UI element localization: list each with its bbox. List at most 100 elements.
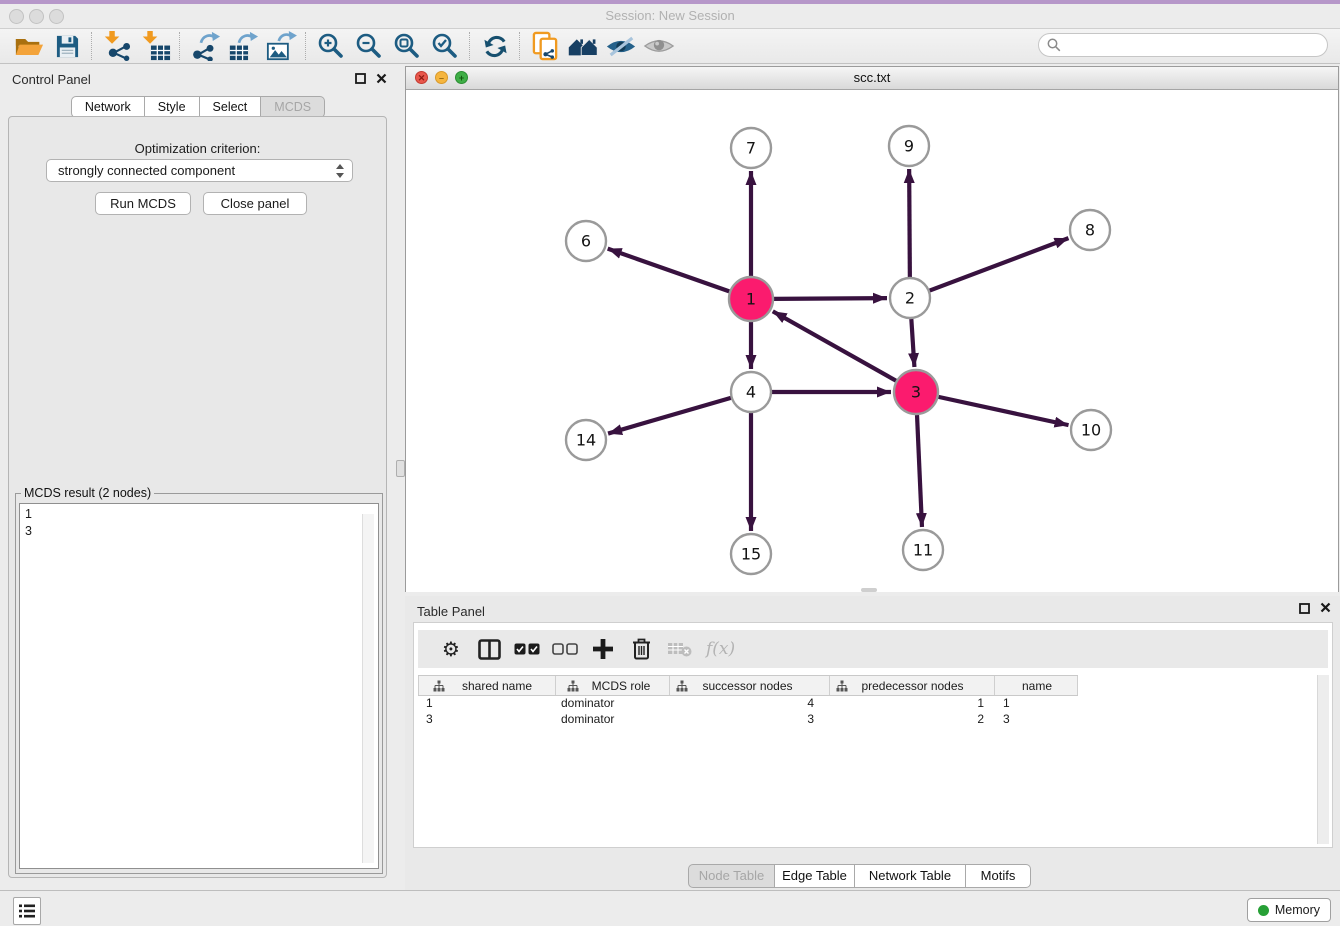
column-header-predecessor-nodes[interactable]: predecessor nodes [830,676,995,695]
import-table-button[interactable] [136,30,174,62]
graph-node-label: 8 [1085,221,1095,240]
toolbar-separator [305,32,307,60]
criterion-value: strongly connected component [58,163,235,178]
plus-icon [593,639,613,659]
add-column-button[interactable] [584,639,622,659]
close-table-panel-icon[interactable] [1320,602,1331,613]
import-network-button[interactable] [98,30,136,62]
graph-edge-1-6[interactable] [608,249,730,292]
zoom-selected-button[interactable] [426,30,464,62]
graph-edge-1-2[interactable] [774,298,887,299]
window-minimize-button[interactable] [29,9,44,24]
hierarchy-icon [433,680,445,692]
window-zoom-button[interactable] [49,9,64,24]
table-row[interactable]: 3 dominator 3 2 3 [418,712,1078,728]
table-panel: Table Panel ⚙ [405,596,1340,890]
houses-button[interactable] [564,30,602,62]
clone-network-button[interactable] [526,30,564,62]
app-titlebar: Session: New Session [0,4,1340,29]
network-graph[interactable]: 1234678910111415 [406,90,1338,592]
node-table-content: ⚙ [413,622,1333,848]
tab-mcds[interactable]: MCDS [261,96,325,118]
table-panel-title: Table Panel [417,604,485,619]
graph-edge-3-1[interactable] [773,311,896,380]
export-image-button[interactable] [262,30,300,62]
show-hidden-button[interactable] [640,30,678,62]
split-pane-handle[interactable] [396,460,405,477]
column-header-mcds-role[interactable]: MCDS role [556,676,670,695]
search-box[interactable] [1038,33,1328,57]
function-builder-button[interactable]: f(x) [706,639,735,659]
save-floppy-icon [55,34,80,59]
float-panel-icon[interactable] [355,73,366,84]
task-history-button[interactable] [13,897,41,925]
frame-close-icon[interactable]: ✕ [415,71,428,84]
column-header-shared-name[interactable]: shared name [418,676,556,695]
hierarchy-icon [567,680,579,692]
column-header-name[interactable]: name [995,676,1078,695]
window-title: Session: New Session [0,4,1340,28]
zoom-in-button[interactable] [312,30,350,62]
tab-network[interactable]: Network [71,96,145,118]
window-close-button[interactable] [9,9,24,24]
delete-column-button[interactable] [622,638,660,660]
close-panel-button[interactable]: Close panel [203,192,307,215]
graph-edge-2-9[interactable] [909,169,910,277]
graph-node-label: 7 [746,139,756,158]
houses-icon [567,35,599,58]
table-toolbar: ⚙ [418,630,1328,668]
tab-network-table[interactable]: Network Table [855,864,966,888]
graph-edge-3-11[interactable] [917,415,922,527]
canvas-resize-grip[interactable] [861,588,877,592]
deselect-all-button[interactable] [546,643,584,655]
open-session-button[interactable] [10,30,48,62]
select-all-button[interactable] [508,643,546,655]
graph-node-label: 15 [741,545,761,564]
graph-edge-2-3[interactable] [911,319,914,367]
refresh-button[interactable] [476,30,514,62]
column-header-successor-nodes[interactable]: successor nodes [670,676,830,695]
tab-motifs[interactable]: Motifs [966,864,1031,888]
table-cell: 1 [418,696,556,712]
frame-zoom-icon[interactable]: + [455,71,468,84]
table-settings-button[interactable]: ⚙ [432,637,470,661]
network-canvas[interactable]: 1234678910111415 [406,90,1338,592]
export-table-button[interactable] [224,30,262,62]
tab-edge-table[interactable]: Edge Table [775,864,855,888]
search-input[interactable] [1066,37,1327,53]
zoom-out-icon [355,32,383,60]
toolbar-separator [519,32,521,60]
delete-table-button[interactable] [660,641,698,657]
tab-node-table[interactable]: Node Table [688,864,775,888]
criterion-dropdown[interactable]: strongly connected component [46,159,353,182]
tab-select[interactable]: Select [200,96,262,118]
export-image-icon [266,31,297,61]
graph-edge-4-14[interactable] [608,398,731,434]
table-row[interactable]: 1 dominator 4 1 1 [418,696,1078,712]
memory-button[interactable]: Memory [1247,898,1331,922]
frame-minimize-icon[interactable]: – [435,71,448,84]
zoom-fit-button[interactable] [388,30,426,62]
table-cell: 1 [995,696,1078,712]
save-session-button[interactable] [48,30,86,62]
delete-table-icon [667,641,692,657]
tab-style[interactable]: Style [145,96,200,118]
float-table-panel-icon[interactable] [1299,603,1310,614]
hide-selected-button[interactable] [602,30,640,62]
graph-edge-2-8[interactable] [930,238,1069,290]
run-mcds-button[interactable]: Run MCDS [95,192,191,215]
result-scrollbar[interactable] [362,514,374,863]
zoom-out-button[interactable] [350,30,388,62]
control-panel: Control Panel Network Style Select MCDS … [0,64,396,880]
import-table-icon [140,31,171,61]
graph-node-label: 4 [746,383,756,402]
export-network-button[interactable] [186,30,224,62]
main-toolbar [0,29,1340,64]
graph-edge-3-10[interactable] [938,397,1068,425]
split-columns-button[interactable] [470,639,508,660]
close-panel-icon[interactable] [376,73,387,84]
table-header-row: shared name MCDS role successor nodes [418,675,1078,696]
table-scrollbar[interactable] [1317,675,1329,844]
export-table-icon [228,31,259,61]
network-window-titlebar[interactable]: ✕ – + scc.txt [406,67,1338,90]
